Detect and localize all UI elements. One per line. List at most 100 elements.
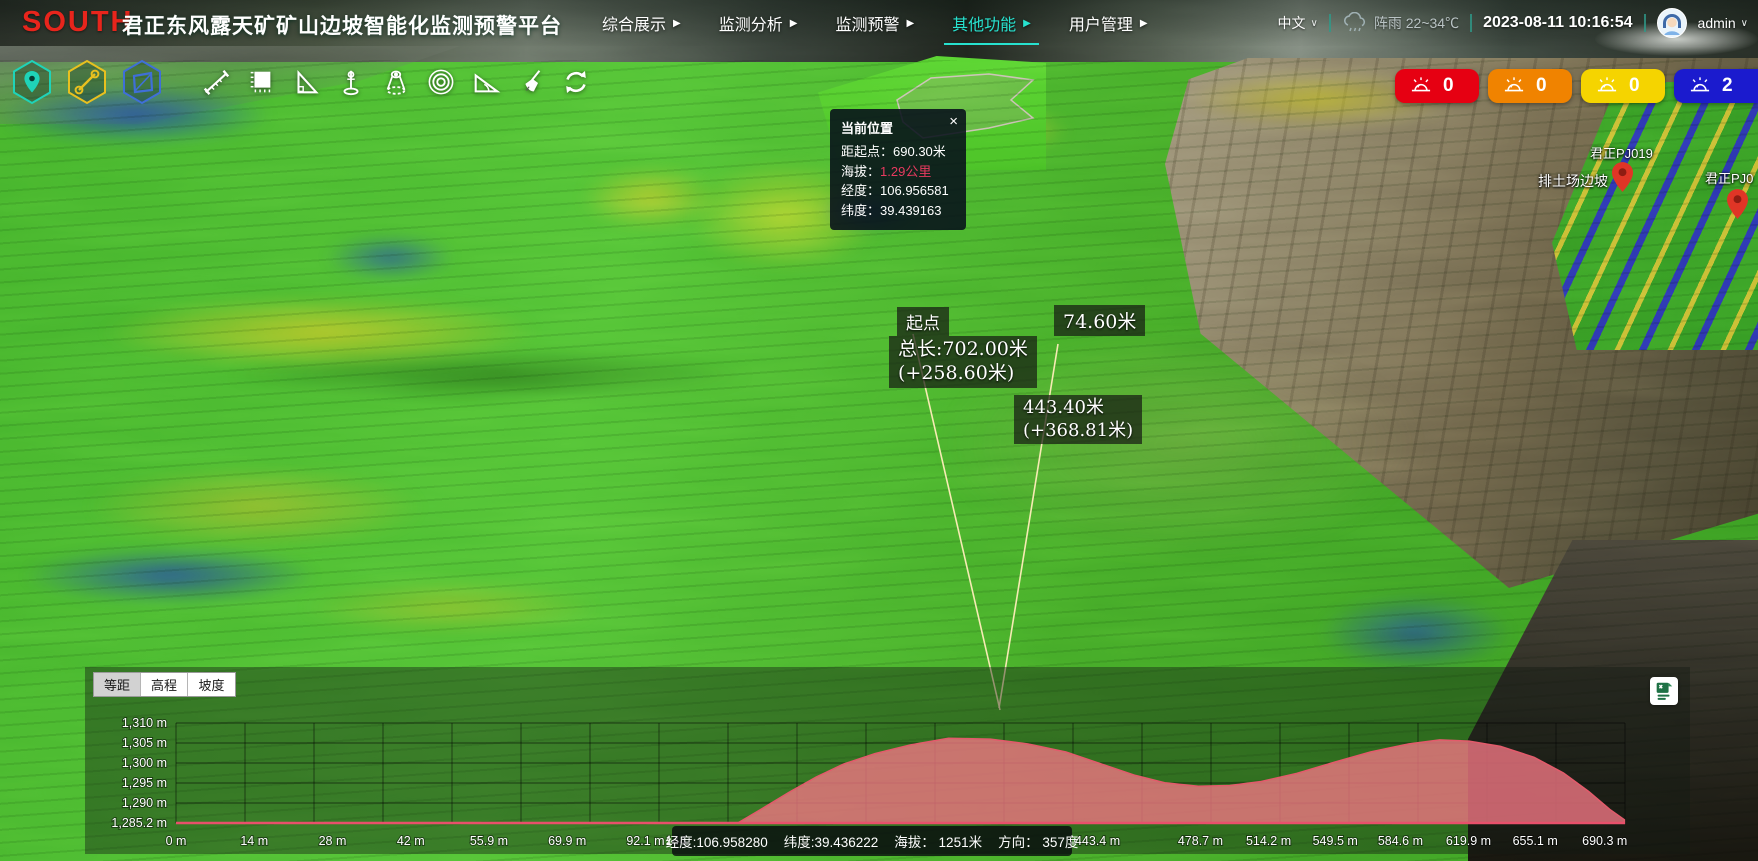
map-pin-icon[interactable] bbox=[1727, 189, 1748, 219]
terrain-pit-benches bbox=[1165, 58, 1758, 588]
top-bar: SOUTH 君正东风露天矿矿山边坡智能化监测预警平台 综合展示 ▶ 监测分析 ▶ 监测预… bbox=[0, 0, 1758, 46]
terrain-yellow-patch bbox=[100, 295, 540, 370]
svg-text:690.3 m: 690.3 m bbox=[1582, 834, 1627, 848]
svg-text:28 m: 28 m bbox=[319, 834, 347, 848]
profile-tab[interactable]: 坡度 bbox=[188, 673, 235, 696]
alarm-counters: 0 0 0 2 bbox=[1395, 69, 1758, 103]
alarm-count: 0 bbox=[1443, 75, 1454, 97]
south-logo: SOUTH bbox=[22, 6, 134, 39]
svg-text:514.2 m: 514.2 m bbox=[1246, 834, 1291, 848]
nav-label: 用户管理 bbox=[1069, 11, 1133, 35]
svg-text:619.9 m: 619.9 m bbox=[1446, 834, 1491, 848]
chevron-down-icon: ∨ bbox=[1741, 18, 1748, 29]
svg-text:655.1 m: 655.1 m bbox=[1513, 834, 1558, 848]
export-excel-button[interactable] bbox=[1650, 677, 1678, 705]
marker-junzheng-pj0[interactable]: 君正PJ0 bbox=[1705, 168, 1753, 224]
arrow-right-icon: ▶ bbox=[1023, 18, 1031, 29]
yellow-alarm-badge[interactable]: 0 bbox=[1581, 69, 1665, 103]
svg-text:549.5 m: 549.5 m bbox=[1313, 834, 1358, 848]
arrow-right-icon: ▶ bbox=[790, 18, 798, 29]
siren-icon bbox=[1688, 76, 1712, 96]
alarm-count: 2 bbox=[1722, 75, 1733, 97]
measure-segment2-label: 443.40米 (+368.81米) bbox=[1014, 395, 1142, 444]
slope-angle-icon[interactable] bbox=[463, 60, 508, 104]
measure-segment1-label: 74.60米 bbox=[1054, 305, 1145, 336]
locate-pin-icon[interactable] bbox=[8, 58, 56, 106]
svg-text:584.6 m: 584.6 m bbox=[1378, 834, 1423, 848]
siren-icon bbox=[1502, 76, 1526, 96]
nav-item[interactable]: 用户管理 ▶ bbox=[1069, 11, 1148, 35]
profile-tabs: 等距高程坡度 bbox=[93, 672, 236, 697]
terrain-shadow-patch bbox=[230, 350, 750, 400]
map-pin-icon[interactable] bbox=[1612, 162, 1633, 192]
rain-cloud-icon bbox=[1342, 12, 1368, 34]
clear-icon[interactable] bbox=[508, 60, 553, 104]
arrow-right-icon: ▶ bbox=[1140, 18, 1148, 29]
terrain-blue-patch bbox=[25, 548, 315, 603]
measure-distance-icon[interactable] bbox=[63, 58, 111, 106]
svg-text:69.9 m: 69.9 m bbox=[548, 834, 586, 848]
map-toolbar bbox=[8, 58, 598, 106]
alarm-count: 0 bbox=[1536, 75, 1547, 97]
profile-tab[interactable]: 高程 bbox=[141, 673, 188, 696]
close-icon[interactable]: × bbox=[949, 114, 958, 129]
red-alarm-badge[interactable]: 0 bbox=[1395, 69, 1479, 103]
header-right: 中文 ∨ 阵雨 22~34℃ 2023-08-11 10:16:54 bbox=[1278, 0, 1748, 46]
concentric-rings-icon[interactable] bbox=[418, 60, 463, 104]
svg-text:92.1 m: 92.1 m bbox=[626, 834, 664, 848]
chevron-down-icon: ∨ bbox=[1311, 18, 1318, 29]
svg-text:1,290 m: 1,290 m bbox=[122, 796, 167, 810]
profile-chart-panel: 1,310 m1,305 m1,300 m1,295 m1,290 m1,285… bbox=[85, 667, 1690, 854]
cursor-status-bar: 经度:106.958280纬度:39.436222海拔： 1251米方向： 35… bbox=[672, 826, 1072, 856]
status-item: 纬度:39.436222 bbox=[784, 831, 879, 851]
profile-tab[interactable]: 等距 bbox=[94, 673, 141, 696]
map-3d-view[interactable]: SOUTH 君正东风露天矿矿山边坡智能化监测预警平台 综合展示 ▶ 监测分析 ▶ 监测预… bbox=[0, 0, 1758, 861]
nav-item[interactable]: 监测分析 ▶ bbox=[719, 11, 798, 35]
slope-ruler-icon[interactable] bbox=[193, 60, 238, 104]
marker-paitu-slope[interactable]: 排土场边坡 bbox=[1538, 171, 1608, 191]
nav-label: 监测分析 bbox=[719, 11, 783, 35]
alarm-count: 0 bbox=[1629, 75, 1640, 97]
svg-text:1,285.2 m: 1,285.2 m bbox=[111, 816, 167, 830]
measure-total-label: 总长:702.00米 (+258.60米) bbox=[889, 336, 1037, 388]
measure-area-icon[interactable] bbox=[118, 58, 166, 106]
popup-rows: 距起点：690.30米海拔：1.29公里经度：106.956581纬度：39.4… bbox=[841, 142, 955, 220]
divider bbox=[1470, 14, 1472, 32]
triangle-measure-icon[interactable] bbox=[283, 60, 328, 104]
svg-text:42 m: 42 m bbox=[397, 834, 425, 848]
datetime-label: 2023-08-11 10:16:54 bbox=[1483, 14, 1632, 32]
height-marker-icon[interactable] bbox=[328, 60, 373, 104]
nav-label: 其他功能 bbox=[952, 11, 1016, 35]
svg-text:0 m: 0 m bbox=[166, 834, 187, 848]
blue-alarm-badge[interactable]: 2 bbox=[1674, 69, 1758, 103]
popup-row: 距起点：690.30米 bbox=[841, 142, 955, 162]
arrow-right-icon: ▶ bbox=[673, 18, 681, 29]
refresh-icon[interactable] bbox=[553, 60, 598, 104]
terrain-yellow-patch bbox=[85, 465, 425, 550]
divider bbox=[1644, 14, 1646, 32]
weather-label: 阵雨 22~34℃ bbox=[1374, 13, 1459, 33]
nav-label: 综合展示 bbox=[602, 11, 666, 35]
nav-item[interactable]: 综合展示 ▶ bbox=[602, 11, 681, 35]
user-menu[interactable]: admin ∨ bbox=[1698, 15, 1748, 31]
terrain-yellow-patch bbox=[300, 580, 600, 635]
svg-text:1,305 m: 1,305 m bbox=[122, 736, 167, 750]
page-title: 君正东风露天矿矿山边坡智能化监测预警平台 bbox=[122, 10, 562, 40]
avatar[interactable] bbox=[1657, 8, 1687, 38]
divider bbox=[1329, 14, 1331, 32]
nav-item[interactable]: 监测预警▶ bbox=[835, 11, 914, 35]
volume-measure-icon[interactable] bbox=[373, 60, 418, 104]
status-item: 方向： 357度 bbox=[998, 831, 1078, 851]
orange-alarm-badge[interactable]: 0 bbox=[1488, 69, 1572, 103]
terrain-pit bbox=[1165, 58, 1758, 588]
nav-item[interactable]: 其他功能 ▶ bbox=[952, 11, 1031, 35]
language-switcher[interactable]: 中文 ∨ bbox=[1278, 13, 1318, 33]
surface-area-icon[interactable] bbox=[238, 60, 283, 104]
svg-text:55.9 m: 55.9 m bbox=[470, 834, 508, 848]
username-label: admin bbox=[1698, 15, 1736, 31]
popup-title: 当前位置 bbox=[841, 118, 955, 137]
weather-info: 阵雨 22~34℃ bbox=[1342, 12, 1459, 34]
terrain-yellow-patch bbox=[580, 165, 720, 230]
main-nav: 综合展示 ▶ 监测分析 ▶ 监测预警▶ 其他功能 ▶ 用户管理 ▶ bbox=[602, 0, 1148, 46]
popup-row: 纬度：39.439163 bbox=[841, 201, 955, 221]
